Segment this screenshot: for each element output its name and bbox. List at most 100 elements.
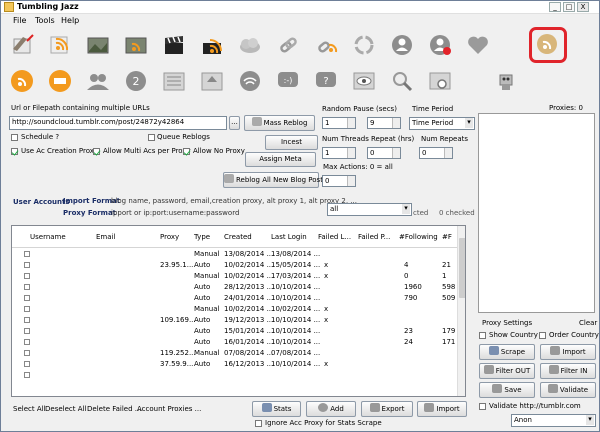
stats-button[interactable]: Stats — [252, 401, 301, 417]
order-country-checkbox[interactable] — [539, 332, 546, 339]
photo-rss-icon[interactable] — [121, 31, 151, 59]
row-checkbox[interactable] — [24, 262, 30, 268]
menu-file[interactable]: File — [13, 16, 26, 25]
cloud-upload-icon[interactable] — [235, 31, 265, 59]
row-checkbox[interactable] — [24, 251, 30, 257]
time-period-select[interactable]: Time Period — [409, 117, 475, 130]
incest-button[interactable]: Incest — [265, 135, 318, 150]
row-checkbox[interactable] — [24, 295, 30, 301]
max-actions-spinner[interactable]: 0 — [322, 175, 356, 187]
eye-icon[interactable] — [349, 67, 379, 95]
table-row[interactable]: Auto 16/01/2014 ... 10/10/2014 ... 24 171 — [12, 337, 459, 348]
link-chain-icon[interactable] — [273, 31, 303, 59]
user-add-icon[interactable]: 2 — [121, 67, 151, 95]
export-button[interactable]: Export — [361, 401, 413, 417]
url-input[interactable]: http://soundcloud.tumblr.com/post/24872y… — [9, 116, 227, 130]
validate-url-checkbox[interactable] — [479, 403, 486, 410]
pause-min-spinner[interactable]: 1 — [322, 117, 356, 129]
close-button[interactable]: X — [577, 2, 589, 12]
table-scrollbar[interactable] — [457, 226, 465, 396]
row-checkbox[interactable] — [24, 372, 30, 378]
multi-accs-checkbox[interactable] — [93, 148, 100, 155]
wifi-icon[interactable] — [235, 67, 265, 95]
ignore-proxy-checkbox[interactable] — [255, 420, 262, 427]
table-row[interactable]: 37.59.9... Auto 16/12/2013 ... 10/10/2014 .… — [12, 359, 459, 370]
table-row[interactable]: Manual 10/02/2014 ... 17/03/2014 ... x 0 1 — [12, 271, 459, 282]
table-row[interactable]: Manual 13/08/2014 ... 13/08/2014 ... — [12, 249, 459, 260]
maximize-button[interactable]: □ — [563, 2, 575, 12]
row-checkbox[interactable] — [24, 350, 30, 356]
use-creation-proxy-checkbox[interactable] — [11, 148, 18, 155]
help-chat-icon[interactable]: ? — [311, 67, 341, 95]
row-checkbox[interactable] — [24, 273, 30, 279]
video-clapper-icon[interactable] — [159, 31, 189, 59]
anon-level-select[interactable]: Anon — [511, 414, 596, 427]
accounts-table[interactable]: Username Email Proxy Type Created Last L… — [11, 225, 466, 397]
col-proxy[interactable]: Proxy — [160, 233, 179, 241]
row-checkbox[interactable] — [24, 317, 30, 323]
table-row[interactable]: 119.252... Manual 07/08/2014 ... 07/08/2014… — [12, 348, 459, 359]
deselect-all-link[interactable]: Deselect All — [45, 405, 86, 413]
col-created[interactable]: Created — [224, 233, 252, 241]
table-row[interactable]: Auto 24/01/2014 ... 10/10/2014 ... 790 509 — [12, 293, 459, 304]
reblog-icon[interactable] — [7, 31, 37, 59]
account-filter-select[interactable]: all — [327, 203, 412, 216]
add-account-button[interactable]: Add — [306, 401, 356, 417]
browse-button[interactable]: ... — [229, 116, 240, 130]
smile-chat-icon[interactable]: :-) — [273, 67, 303, 95]
video-rss-icon[interactable] — [197, 31, 227, 59]
table-row[interactable]: 109.169... Auto 19/12/2013 ... 10/10/2014 .… — [12, 315, 459, 326]
row-checkbox[interactable] — [24, 361, 30, 367]
table-row[interactable]: Auto 15/01/2014 ... 10/10/2014 ... 23 179 — [12, 326, 459, 337]
delete-failed-link[interactable]: Delete Failed ... — [87, 405, 141, 413]
col-type[interactable]: Type — [194, 233, 210, 241]
row-checkbox[interactable] — [24, 328, 30, 334]
import-button[interactable]: Import — [417, 401, 467, 417]
assign-meta-button[interactable]: Assign Meta — [245, 152, 316, 167]
schedule-checkbox[interactable] — [11, 134, 18, 141]
rss-icon[interactable] — [45, 31, 75, 59]
filter-out-button[interactable]: Filter OUT — [479, 363, 535, 379]
reblog-all-button[interactable]: Reblog All New Blog Posts — [223, 172, 327, 188]
list-icon[interactable] — [159, 67, 189, 95]
col-failed-login[interactable]: Failed L... — [318, 233, 351, 241]
filter-in-button[interactable]: Filter IN — [540, 363, 596, 379]
search-icon[interactable] — [387, 67, 417, 95]
row-checkbox[interactable] — [24, 306, 30, 312]
rss-stamp-icon[interactable] — [7, 67, 37, 95]
col-email[interactable]: Email — [96, 233, 115, 241]
mass-reblog-button[interactable]: Mass Reblog — [244, 115, 315, 131]
col-last-login[interactable]: Last Login — [271, 233, 307, 241]
user-remove-icon[interactable] — [425, 31, 455, 59]
table-row[interactable]: Auto 28/12/2013 ... 10/10/2014 ... 1960 598 — [12, 282, 459, 293]
minimize-button[interactable]: _ — [549, 2, 561, 12]
col-followers[interactable]: #F — [442, 233, 452, 241]
group-add-icon[interactable] — [83, 67, 113, 95]
num-repeats-spinner[interactable]: 0 — [419, 147, 453, 159]
scrape-button[interactable]: Scrape — [479, 344, 535, 360]
no-proxy-checkbox[interactable] — [183, 148, 190, 155]
rss-tag-icon[interactable] — [529, 27, 567, 63]
save-proxies-button[interactable]: Save — [479, 382, 535, 398]
photo-search-icon[interactable] — [425, 67, 455, 95]
validate-button[interactable]: Validate — [540, 382, 596, 398]
table-scroll-thumb[interactable] — [459, 238, 465, 298]
heart-icon[interactable] — [463, 31, 493, 59]
col-failed-proxy[interactable]: Failed P... — [358, 233, 390, 241]
refresh-circle-icon[interactable] — [349, 31, 379, 59]
table-row[interactable]: Manual 10/02/2014 ... 10/02/2014 ... x — [12, 304, 459, 315]
col-username[interactable]: Username — [30, 233, 66, 241]
account-proxies-link[interactable]: Account Proxies ... — [137, 405, 201, 413]
proxy-list[interactable] — [478, 113, 595, 313]
menu-help[interactable]: Help — [61, 16, 79, 25]
table-row[interactable] — [12, 370, 459, 381]
show-country-checkbox[interactable] — [479, 332, 486, 339]
clear-link[interactable]: Clear — [579, 319, 597, 327]
row-checkbox[interactable] — [24, 284, 30, 290]
select-all-link[interactable]: Select All — [13, 405, 46, 413]
table-row[interactable]: 23.95.1... Auto 10/02/2014 ... 15/05/2014 .… — [12, 260, 459, 271]
queue-reblogs-checkbox[interactable] — [148, 134, 155, 141]
repeat-hrs-spinner[interactable]: 0 — [367, 147, 401, 159]
num-threads-spinner[interactable]: 1 — [322, 147, 356, 159]
robot-icon[interactable] — [491, 67, 521, 95]
